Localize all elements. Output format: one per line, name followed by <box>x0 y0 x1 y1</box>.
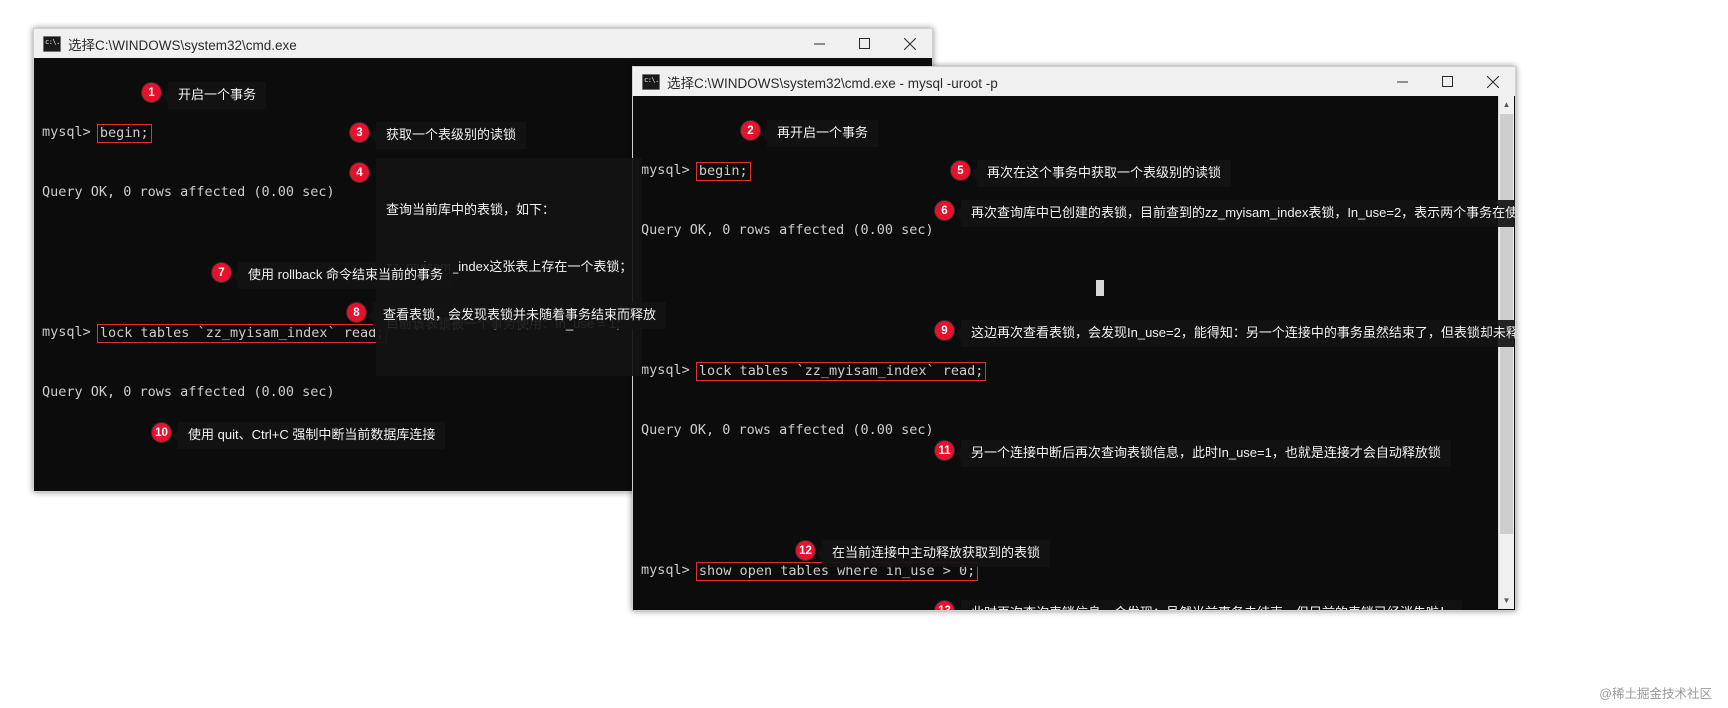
annotation-9: 这边再次查看表锁，会发现In_use=2，能得知：另一个连接中的事务虽然结束了，… <box>955 320 1515 347</box>
prompt: mysql> <box>42 124 91 140</box>
scroll-down-icon[interactable]: ▼ <box>1499 592 1514 609</box>
scroll-up-icon[interactable]: ▲ <box>1499 96 1514 113</box>
annotation-4-line1: 查询当前库中的表锁，如下： <box>386 202 556 217</box>
prompt: mysql> <box>641 162 690 178</box>
step-badge-12: 12 <box>796 541 815 560</box>
text-cursor <box>1096 280 1104 296</box>
window2-console[interactable]: mysql> begin; Query OK, 0 rows affected … <box>632 96 1516 611</box>
cmd-icon <box>43 35 61 52</box>
step-badge-8: 8 <box>347 303 366 322</box>
command-begin: begin; <box>695 162 751 181</box>
step-badge-3: 3 <box>350 123 369 142</box>
close-button[interactable] <box>1470 67 1515 96</box>
prompt: mysql> <box>641 362 690 378</box>
maximize-button[interactable] <box>1425 67 1470 96</box>
step-badge-2: 2 <box>741 121 760 140</box>
cmd-icon <box>642 73 660 90</box>
step-badge-10: 10 <box>152 423 171 442</box>
annotation-1: 开启一个事务 <box>161 82 267 109</box>
step-badge-4: 4 <box>350 163 369 182</box>
terminal-line: mysql> lock tables `zz_myisam_index` rea… <box>641 360 1072 381</box>
annotation-13: 此时再次查询表锁信息，会发现：虽然当前事务未结束，但目前的表锁已经消失啦！ <box>954 600 1463 610</box>
step-badge-7: 7 <box>212 263 231 282</box>
step-badge-9: 9 <box>935 321 954 340</box>
terminal-line: Query OK, 0 rows affected (0.00 sec) <box>641 422 934 438</box>
step-badge-6: 6 <box>935 201 954 220</box>
annotation-12: 在当前连接中主动释放获取到的表锁 <box>815 540 1051 567</box>
minimize-button[interactable] <box>1380 67 1425 96</box>
minimize-button[interactable] <box>797 29 842 58</box>
annotation-7: 使用 rollback 命令结束当前的事务 <box>231 262 454 289</box>
window2-title: 选择C:\WINDOWS\system32\cmd.exe - mysql -u… <box>667 75 998 91</box>
annotation-6: 再次查询库中已创建的表锁，目前查到的zz_myisam_index表锁，In_u… <box>954 200 1515 227</box>
command-lock-tables: lock tables `zz_myisam_index` read; <box>695 362 987 381</box>
annotation-11: 另一个连接中断后再次查询表锁信息，此时In_use=1，也就是连接才会自动释放锁 <box>955 440 1451 467</box>
annotation-2: 再开启一个事务 <box>760 120 879 147</box>
command-lock-tables: lock tables `zz_myisam_index` read; <box>96 324 388 343</box>
terminal-line: Query OK, 0 rows affected (0.00 sec) <box>42 384 335 400</box>
annotation-8: 查看表锁，会发现表锁并未随着事务结束而释放 <box>366 302 667 329</box>
annotation-5: 再次在这个事务中获取一个表级别的读锁 <box>970 160 1232 187</box>
prompt: mysql> <box>641 562 690 578</box>
watermark: @稀土掘金技术社区 <box>1599 687 1712 701</box>
window1-controls <box>797 29 932 58</box>
cmd-window-2[interactable]: 选择C:\WINDOWS\system32\cmd.exe - mysql -u… <box>632 66 1516 611</box>
step-badge-1: 1 <box>142 83 161 102</box>
close-button[interactable] <box>887 29 932 58</box>
window2-controls <box>1380 67 1515 96</box>
annotation-3: 获取一个表级别的读锁 <box>369 122 527 149</box>
command-begin: begin; <box>96 124 152 143</box>
step-badge-5: 5 <box>951 161 970 180</box>
prompt: mysql> <box>42 324 91 340</box>
step-badge-11: 11 <box>935 441 954 460</box>
vertical-scrollbar[interactable]: ▲ ▼ <box>1498 96 1514 609</box>
maximize-button[interactable] <box>842 29 887 58</box>
window1-title: 选择C:\WINDOWS\system32\cmd.exe <box>68 37 297 53</box>
annotation-10: 使用 quit、Ctrl+C 强制中断当前数据库连接 <box>171 422 446 449</box>
window2-titlebar[interactable]: 选择C:\WINDOWS\system32\cmd.exe - mysql -u… <box>632 66 1516 96</box>
window1-titlebar[interactable]: 选择C:\WINDOWS\system32\cmd.exe <box>33 28 933 58</box>
